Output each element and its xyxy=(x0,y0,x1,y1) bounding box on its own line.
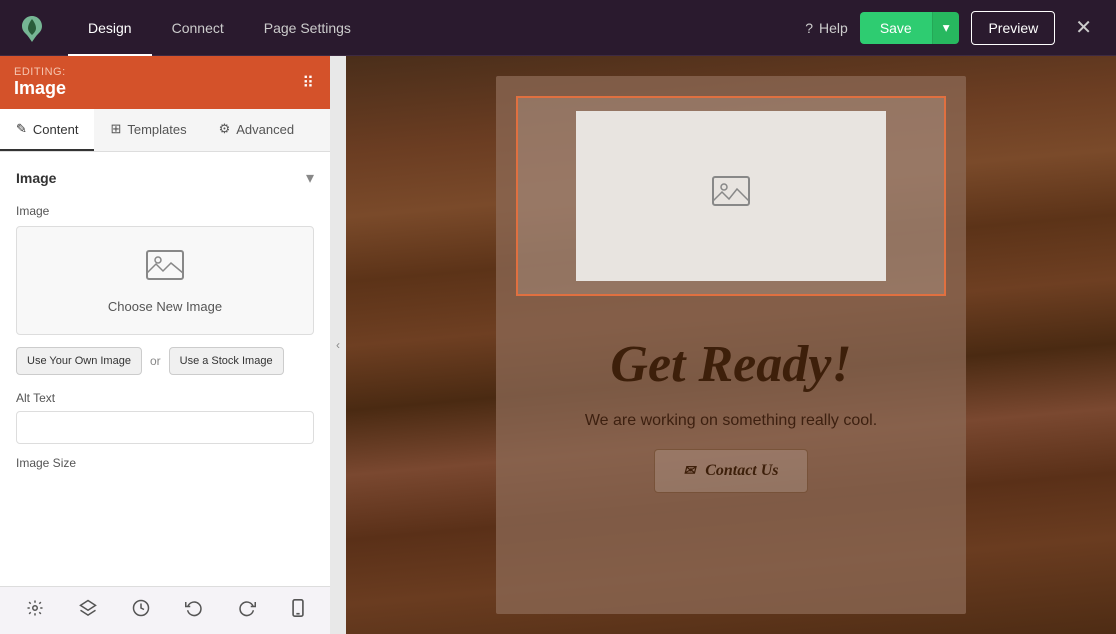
section-collapse-icon[interactable]: ▾ xyxy=(306,168,314,188)
panel-tabs: ✎ Content ⊞ Templates ⚙ Advanced xyxy=(0,109,330,152)
app-logo xyxy=(16,12,48,44)
panel-header-text: EDITING: Image xyxy=(14,66,66,99)
nav-tab-page-settings[interactable]: Page Settings xyxy=(244,0,371,56)
redo-icon xyxy=(238,599,256,622)
close-button[interactable]: ✕ xyxy=(1067,11,1100,44)
image-element[interactable] xyxy=(516,96,946,296)
tab-advanced[interactable]: ⚙ Advanced xyxy=(203,109,310,151)
history-toolbar-button[interactable] xyxy=(124,591,158,630)
advanced-tab-label: Advanced xyxy=(236,122,294,137)
help-button[interactable]: ? Help xyxy=(805,20,848,36)
undo-toolbar-button[interactable] xyxy=(177,591,211,630)
page-text-section: Get Ready! We are working on something r… xyxy=(496,316,966,614)
preview-button[interactable]: Preview xyxy=(971,11,1055,45)
image-placeholder xyxy=(576,111,886,281)
help-icon: ? xyxy=(805,20,813,36)
image-section-header: Image ▾ xyxy=(16,168,314,188)
use-stock-image-button[interactable]: Use a Stock Image xyxy=(169,347,284,375)
templates-tab-icon: ⊞ xyxy=(110,121,121,137)
templates-tab-label: Templates xyxy=(127,122,186,137)
advanced-tab-icon: ⚙ xyxy=(219,121,231,137)
contact-btn-label: Contact Us xyxy=(705,462,778,480)
alt-text-input[interactable] xyxy=(16,411,314,444)
mobile-icon xyxy=(291,599,305,622)
placeholder-image-icon xyxy=(711,175,751,218)
nav-tabs: Design Connect Page Settings xyxy=(68,0,371,56)
envelope-icon: ✉ xyxy=(683,463,695,480)
image-size-label: Image Size xyxy=(16,456,314,470)
save-dropdown-button[interactable]: ▾ xyxy=(932,12,960,44)
tab-content[interactable]: ✎ Content xyxy=(0,109,94,151)
tab-templates[interactable]: ⊞ Templates xyxy=(94,109,202,151)
sub-text: We are working on something really cool. xyxy=(585,409,877,433)
content-tab-icon: ✎ xyxy=(16,121,27,137)
layers-toolbar-button[interactable] xyxy=(71,591,105,630)
page-overlay: Get Ready! We are working on something r… xyxy=(496,76,966,614)
use-own-image-button[interactable]: Use Your Own Image xyxy=(16,347,142,375)
settings-toolbar-button[interactable] xyxy=(18,591,52,630)
alt-text-label: Alt Text xyxy=(16,391,314,405)
editing-title: Image xyxy=(14,78,66,99)
image-section-title: Image xyxy=(16,170,56,186)
layers-icon xyxy=(79,599,97,622)
image-field-label: Image xyxy=(16,204,314,218)
panel-collapse-handle[interactable]: ‹ xyxy=(330,56,346,634)
editing-label: EDITING: xyxy=(14,66,66,78)
image-upload-icon xyxy=(145,247,185,291)
history-icon xyxy=(132,599,150,622)
nav-tab-design[interactable]: Design xyxy=(68,0,152,56)
save-btn-group: Save ▾ xyxy=(860,12,960,44)
mobile-toolbar-button[interactable] xyxy=(283,591,313,630)
collapse-chevron-icon: ‹ xyxy=(336,338,340,352)
get-ready-heading: Get Ready! xyxy=(610,336,851,393)
panel-menu-icon[interactable]: ⠿ xyxy=(302,73,316,93)
upload-actions: Use Your Own Image or Use a Stock Image xyxy=(16,347,314,375)
redo-toolbar-button[interactable] xyxy=(230,591,264,630)
contact-us-button[interactable]: ✉ Contact Us xyxy=(654,449,807,493)
panel-content: Image ▾ Image Choose New Image Use Your … xyxy=(0,152,330,586)
choose-image-text: Choose New Image xyxy=(108,299,222,314)
left-panel: EDITING: Image ⠿ ✎ Content ⊞ Templates ⚙… xyxy=(0,56,330,634)
image-upload-box[interactable]: Choose New Image xyxy=(16,226,314,335)
nav-tab-connect[interactable]: Connect xyxy=(152,0,244,56)
content-tab-label: Content xyxy=(33,122,79,137)
save-button[interactable]: Save xyxy=(860,12,932,44)
main-layout: EDITING: Image ⠿ ✎ Content ⊞ Templates ⚙… xyxy=(0,56,1116,634)
bottom-toolbar xyxy=(0,586,330,634)
nav-right: ? Help Save ▾ Preview ✕ xyxy=(805,11,1100,45)
undo-icon xyxy=(185,599,203,622)
canvas-area: Get Ready! We are working on something r… xyxy=(346,56,1116,634)
top-nav: Design Connect Page Settings ? Help Save… xyxy=(0,0,1116,56)
or-label: or xyxy=(150,354,161,368)
panel-header: EDITING: Image ⠿ xyxy=(0,56,330,109)
settings-icon xyxy=(26,599,44,622)
